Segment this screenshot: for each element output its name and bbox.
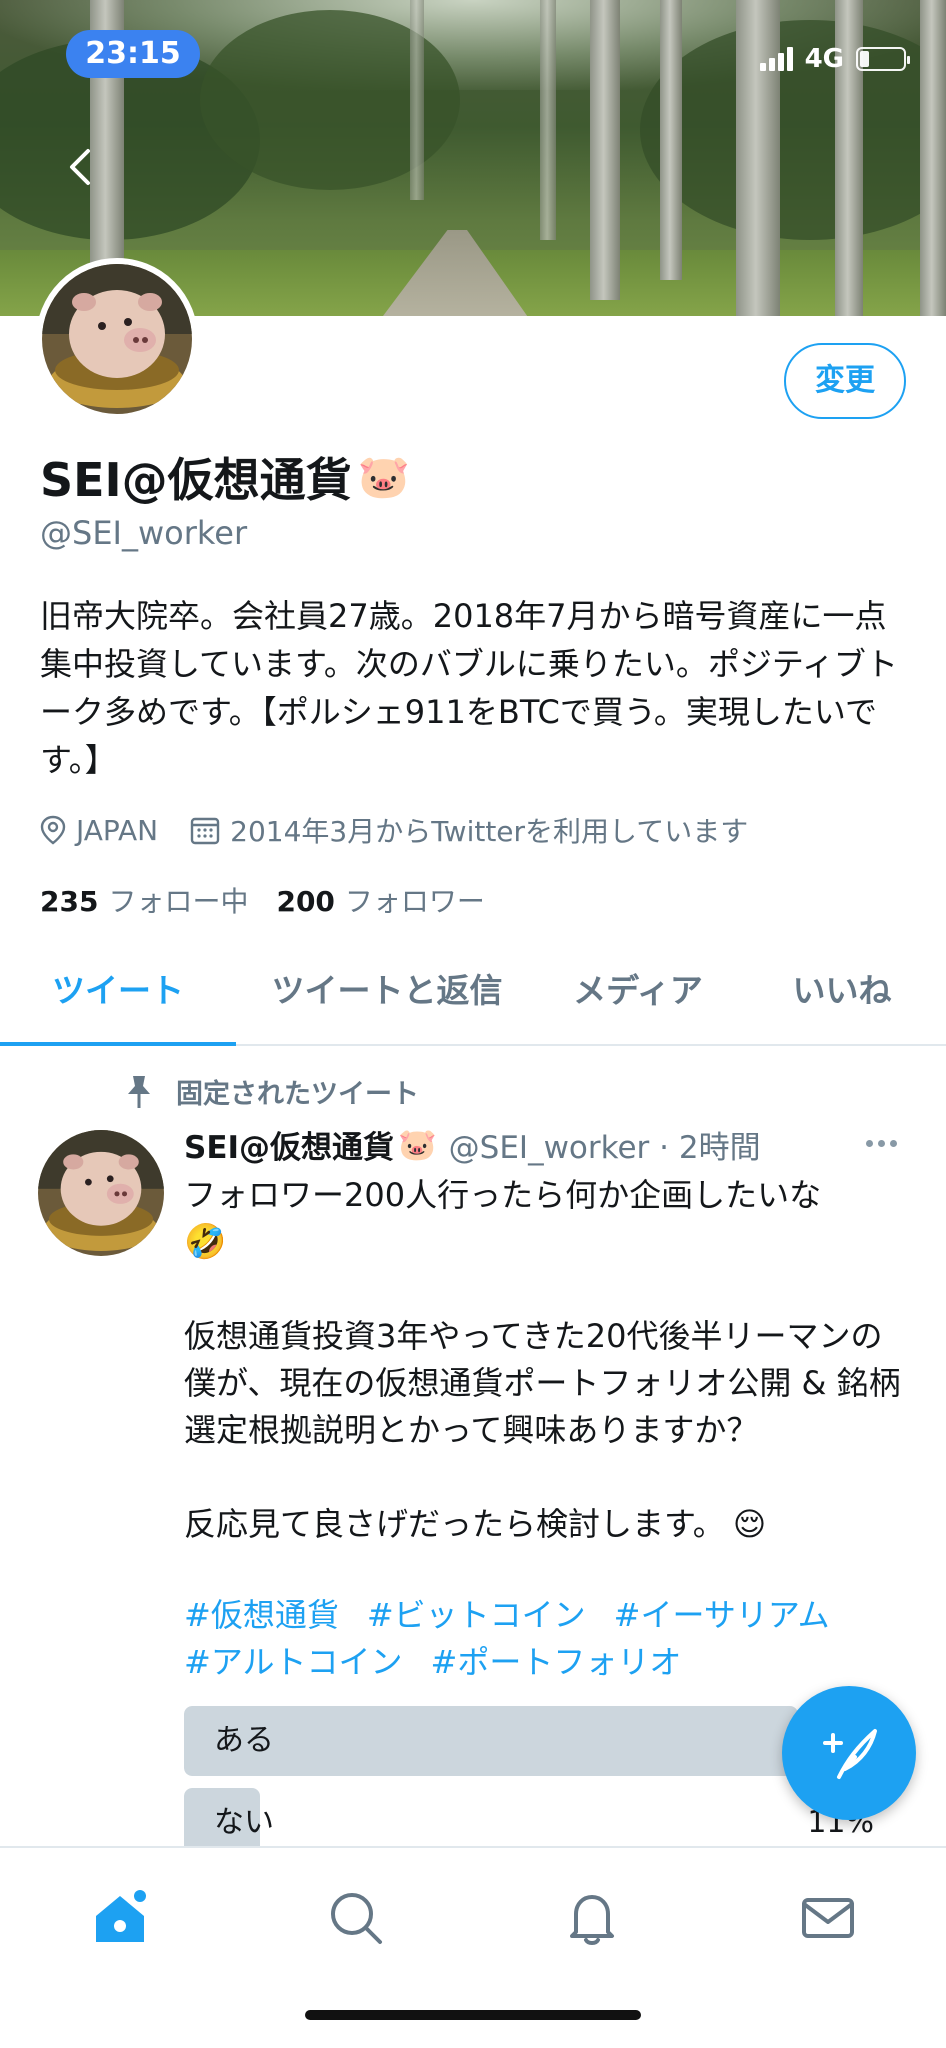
profile-tabs: ツイート ツイートと返信 メディア いいね [0,950,946,1046]
profile-location: JAPAN [40,814,158,847]
hashtag-link[interactable]: #ポートフォリオ [431,1643,682,1681]
hashtag-link[interactable]: #イーサリアム [614,1596,830,1634]
profile-joined: 2014年3月からTwitterを利用しています [190,810,748,850]
banner-tree [410,0,424,200]
pinned-tweet-label: 固定されたツイート [122,1072,419,1111]
more-options-icon[interactable] [866,1140,897,1147]
signal-icon [759,47,793,71]
banner-tree [660,0,682,280]
location-text: JAPAN [76,813,159,847]
pinned-text: 固定されたツイート [176,1079,419,1110]
avatar-image [42,264,192,414]
rofl-emoji: 🤣 [184,1222,227,1262]
home-icon [96,1890,146,1942]
banner-tree [540,0,556,240]
search-icon [331,1893,382,1944]
banner-tree [590,0,620,300]
profile-meta: JAPAN 2014年3月からTwitterを利用しています [40,810,780,850]
status-indicators: 4G [759,44,910,74]
banner-tree [920,0,946,316]
poll-fill-bar [184,1706,799,1776]
nav-search-button[interactable] [326,1888,386,1948]
profile-handle: @SEI_worker [40,514,248,552]
tweet-handle-time: @SEI_worker · 2時間 [448,1130,761,1166]
tab-media[interactable]: メディア [538,950,738,1044]
map-pin-icon [40,815,66,845]
notifications-icon [570,1895,614,1945]
followers-link[interactable]: 200 フォロワー [276,880,484,920]
battery-icon [856,47,910,71]
tab-tweets[interactable]: ツイート [0,950,236,1046]
back-button[interactable] [62,145,102,189]
tweet-line: 反応見て良さげだったら検討します。 [184,1505,725,1543]
followers-label: フォロワー [344,885,485,918]
relieved-emoji: 😌 [732,1505,767,1543]
poll-option-label: ある [214,1723,274,1758]
follow-stats: 235 フォロー中 200 フォロワー [40,880,485,920]
edit-profile-button[interactable]: 変更 [784,343,906,419]
nav-notifications-button[interactable] [562,1888,622,1948]
profile-display-name: SEI@仮想通貨 🐷 [40,444,410,510]
following-link[interactable]: 235 フォロー中 [40,880,248,920]
tweet-text: フォロワー200人行ったら何か企画したいな 🤣 仮想通貨投資3年やってきた20代… [184,1172,914,1595]
profile-avatar[interactable] [36,258,198,420]
poll-option-yes[interactable]: ある [184,1706,874,1776]
tweet-paragraph: 仮想通貨投資3年やってきた20代後半リーマンの僕が、現在の仮想通貨ポートフォリオ… [184,1317,901,1449]
hashtag-link[interactable]: #アルトコイン [184,1643,403,1681]
avatar-image [38,1130,164,1256]
following-count: 235 [40,885,99,918]
pig-emoji: 🐷 [398,1127,437,1163]
followers-count: 200 [276,885,335,918]
pin-icon [128,1075,150,1108]
tweet-author-avatar[interactable] [38,1130,164,1256]
profile-bio: 旧帝大院卒。会社員27歳。2018年7月から暗号資産に一点集中投資しています。次… [40,597,898,779]
tweet-author-text: SEI@仮想通貨 [184,1130,395,1166]
joined-text: 2014年3月からTwitterを利用しています [230,815,749,848]
tweet-author-name[interactable]: SEI@仮想通貨 🐷 [184,1122,437,1167]
tab-likes[interactable]: いいね [738,950,946,1044]
tweet-paragraph: フォロワー200人行ったら何か企画したいな 🤣 [184,1172,914,1266]
network-type: 4G [804,44,844,74]
tweet-hashtags: #仮想通貨 #ビットコイン #イーサリアム #アルトコイン #ポートフォリオ [184,1592,914,1686]
hashtag-link[interactable]: #仮想通貨 [184,1596,339,1634]
display-name-text: SEI@仮想通貨 [40,453,352,507]
nav-messages-button[interactable] [798,1888,858,1948]
compose-tweet-icon [823,1729,877,1779]
status-time: 23:15 [66,30,200,78]
tab-tweets-and-replies[interactable]: ツイートと返信 [236,950,538,1044]
hashtag-link[interactable]: #ビットコイン [367,1596,586,1634]
tweet-header: SEI@仮想通貨 🐷 @SEI_worker · 2時間 [184,1122,761,1167]
tweet-line: フォロワー200人行ったら何か企画したいな [184,1176,822,1214]
pig-emoji: 🐷 [357,452,410,501]
home-indicator [305,2010,641,2020]
nav-home-button[interactable] [90,1888,150,1948]
messages-icon [802,1898,854,1938]
calendar-icon [190,817,220,845]
following-label: フォロー中 [108,885,249,918]
tweet-paragraph: 反応見て良さげだったら検討します。 😌 [184,1501,914,1548]
compose-tweet-button[interactable] [782,1686,916,1820]
chevron-left-icon [70,149,90,185]
